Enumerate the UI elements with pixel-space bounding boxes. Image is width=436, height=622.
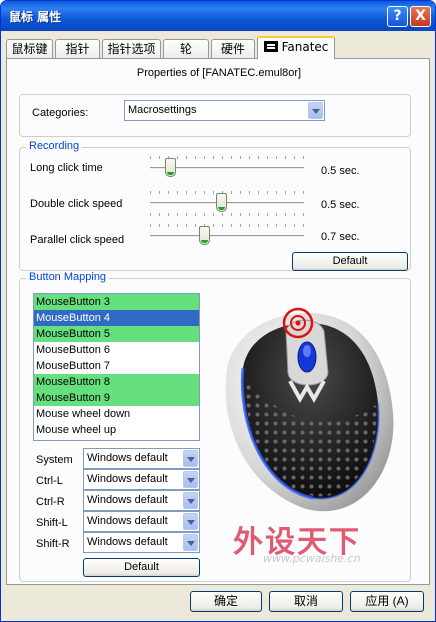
watermark-url: www.pcwaishe.cn [263, 552, 361, 565]
system-dropdown[interactable]: Windows default [83, 448, 200, 469]
list-item[interactable]: MouseButton 3 [34, 294, 199, 310]
ctrl-l-value: Windows default [87, 473, 168, 485]
tab-wheel[interactable]: 轮 [163, 39, 209, 59]
chevron-down-icon[interactable] [183, 513, 198, 530]
categories-dropdown[interactable]: Macrosettings [124, 100, 325, 121]
tab-pointer-options[interactable]: 指针选项 [102, 39, 161, 59]
ok-button[interactable]: 确定 [190, 591, 262, 612]
list-item[interactable]: MouseButton 9 [34, 390, 199, 406]
double-click-value: 0.5 sec. [321, 199, 360, 211]
tab-pointers[interactable]: 指针 [55, 39, 100, 59]
window-title: 鼠标 属性 [9, 10, 62, 24]
double-click-slider[interactable] [150, 191, 304, 217]
properties-title: Properties of [FANATEC.emul8or] [136, 67, 302, 79]
apply-button[interactable]: 应用 (A) [350, 591, 424, 612]
chevron-down-icon[interactable] [308, 102, 323, 119]
long-click-value: 0.5 sec. [321, 165, 360, 177]
title-bar[interactable]: 鼠标 属性 ? X [1, 1, 435, 31]
tab-fanatec-label: Fanatec [281, 40, 329, 54]
long-click-label: Long click time [30, 162, 103, 174]
categories-label: Categories: [32, 107, 89, 119]
ctrl-l-dropdown[interactable]: Windows default [83, 469, 200, 490]
chevron-down-icon[interactable] [183, 450, 198, 467]
system-label: System [36, 454, 73, 466]
shift-l-dropdown[interactable]: Windows default [83, 511, 200, 532]
shift-l-value: Windows default [87, 515, 168, 527]
mapping-default-button[interactable]: Default [83, 558, 200, 577]
list-item[interactable]: MouseButton 4 [34, 310, 199, 326]
parallel-click-label: Parallel click speed [30, 234, 125, 246]
list-item[interactable]: MouseButton 8 [34, 374, 199, 390]
ctrl-r-dropdown[interactable]: Windows default [83, 490, 200, 511]
tab-buttons[interactable]: 鼠标键 [6, 39, 53, 59]
ctrl-l-label: Ctrl-L [36, 475, 63, 487]
long-click-slider[interactable] [150, 156, 304, 182]
ctrl-r-label: Ctrl-R [36, 496, 65, 508]
shift-r-label: Shift-R [36, 538, 70, 550]
tab-panel: Properties of [FANATEC.emul8or] Categori… [6, 58, 430, 585]
long-click-slider-thumb[interactable] [165, 158, 177, 177]
parallel-click-slider-thumb[interactable] [198, 226, 210, 245]
button-list[interactable]: MouseButton 3 MouseButton 4 MouseButton … [33, 293, 200, 441]
mouse-properties-window: 鼠标 属性 ? X 鼠标键 指针 指针选项 轮 硬件 Fanatec Prope… [0, 0, 436, 622]
shift-r-dropdown[interactable]: Windows default [83, 532, 200, 553]
tab-fanatec[interactable]: Fanatec [257, 36, 335, 59]
categories-group: Categories: Macrosettings [19, 94, 411, 137]
shift-l-label: Shift-L [36, 517, 68, 529]
list-item[interactable]: MouseButton 7 [34, 358, 199, 374]
fanatec-logo-icon [263, 41, 278, 52]
cancel-button[interactable]: 取消 [269, 591, 343, 612]
list-item[interactable]: MouseButton 5 [34, 326, 199, 342]
help-button[interactable]: ? [387, 6, 408, 27]
shift-r-value: Windows default [87, 536, 168, 548]
button-mapping-legend: Button Mapping [26, 271, 110, 283]
recording-legend: Recording [26, 140, 83, 152]
recording-group: Recording Long click time 0.5 sec. Doubl… [19, 140, 411, 271]
double-click-slider-thumb[interactable] [215, 193, 227, 212]
close-button[interactable]: X [410, 6, 431, 27]
chevron-down-icon[interactable] [183, 492, 198, 509]
chevron-down-icon[interactable] [183, 471, 198, 488]
recording-default-button[interactable]: Default [292, 252, 408, 271]
parallel-click-slider[interactable] [150, 224, 304, 250]
tab-hardware[interactable]: 硬件 [211, 39, 255, 59]
list-item[interactable]: Mouse wheel down [34, 406, 199, 422]
mouse-image [225, 307, 394, 512]
parallel-click-value: 0.7 sec. [321, 231, 360, 243]
list-item[interactable]: Mouse wheel up [34, 422, 199, 438]
double-click-label: Double click speed [30, 198, 123, 210]
list-item[interactable]: MouseButton 6 [34, 342, 199, 358]
system-value: Windows default [87, 452, 168, 464]
chevron-down-icon[interactable] [183, 534, 198, 551]
categories-value: Macrosettings [128, 104, 197, 116]
ctrl-r-value: Windows default [87, 494, 168, 506]
